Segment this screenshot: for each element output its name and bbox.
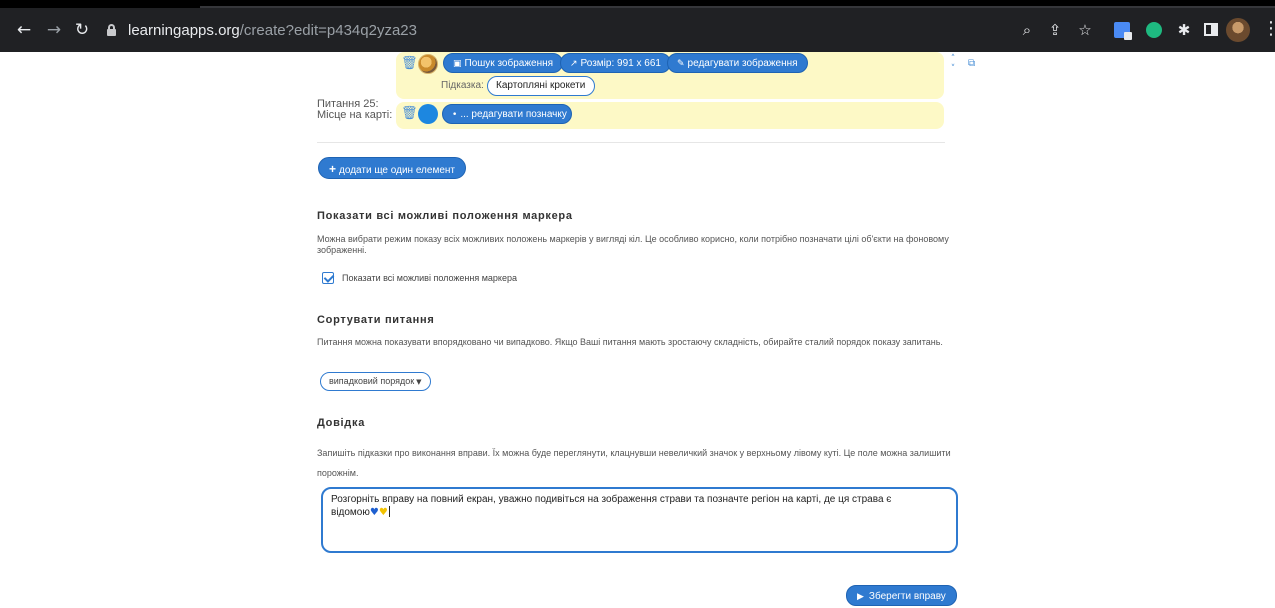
sort-order-select[interactable]: випадковий порядок ▼ [320, 372, 431, 391]
puzzle-extension-icon[interactable]: ✱ [1175, 21, 1193, 39]
sort-order-value: випадковий порядок [329, 376, 415, 386]
tab-strip [0, 0, 1275, 8]
address-bar[interactable]: learningapps.org/create?edit=p434q2yza23 [104, 14, 1104, 46]
forward-arrow-icon[interactable]: → [44, 20, 64, 40]
reload-icon[interactable]: ↻ [72, 20, 92, 40]
copy-icon[interactable]: ⧉ [968, 58, 975, 69]
green-extension-icon[interactable] [1146, 22, 1162, 38]
plus-icon: + [329, 162, 337, 176]
yellow-heart-icon: ♥ [378, 507, 388, 518]
size-label: Розмір: 991 x 661 [580, 58, 661, 69]
share-icon[interactable]: ⇪ [1046, 21, 1064, 39]
resize-icon: ↗ [570, 59, 578, 69]
help-text: Розгорніть вправу на повний екран, уважн… [331, 494, 892, 518]
lock-icon[interactable] [104, 22, 120, 38]
browser-toolbar: ← → ↻ learningapps.org/create?edit=p434q… [0, 0, 1275, 52]
marker-dot-icon[interactable] [418, 104, 438, 124]
more-menu-icon[interactable]: ⋮ [1262, 18, 1275, 39]
edit-image-button[interactable]: ✎ редагувати зображення [667, 53, 808, 73]
help-textarea[interactable]: Розгорніть вправу на повний екран, уважн… [321, 487, 958, 553]
trash-icon[interactable]: 🗑 [401, 57, 418, 71]
help-heading: Довідка [317, 417, 366, 429]
show-markers-checkbox[interactable] [322, 272, 334, 284]
map-place-label: Місце на карті: [317, 109, 393, 121]
tab-strip-line [200, 6, 1275, 8]
back-arrow-icon[interactable]: ← [14, 20, 34, 40]
edit-icon: ✎ [677, 59, 685, 69]
page-content: Питання 25: 🗑 ▣ Пошук зображення ↗ Розмір:… [0, 52, 1275, 606]
pin-icon: • [452, 110, 458, 120]
question-image-thumbnail[interactable] [418, 54, 438, 74]
show-markers-label[interactable]: Показати всі можливі положення маркера [342, 273, 517, 283]
url-path: /create?edit=p434q2yza23 [239, 21, 417, 39]
sort-heading: Сортувати питання [317, 314, 435, 326]
zoom-icon[interactable]: ⌕ [1018, 21, 1036, 39]
star-icon[interactable]: ☆ [1076, 21, 1094, 39]
url-host: learningapps.org [128, 21, 240, 39]
caret-down-icon: ▼ [416, 378, 422, 386]
add-element-button[interactable]: + додати ще один елемент [318, 157, 466, 179]
divider [317, 142, 945, 143]
save-label: Зберегти вправу [868, 591, 946, 602]
markers-heading: Показати всі можливі положення маркера [317, 210, 573, 222]
side-panel-icon[interactable] [1204, 23, 1218, 36]
edit-image-label: редагувати зображення [687, 58, 798, 69]
image-icon: ▣ [453, 59, 462, 69]
blue-heart-icon: ♥ [369, 507, 379, 518]
profile-avatar[interactable] [1226, 18, 1250, 42]
help-description: Запишіть підказки про виконання вправи. … [317, 448, 951, 478]
trash-icon[interactable]: 🗑 [401, 107, 418, 121]
sort-description: Питання можна показувати впорядковано чи… [317, 337, 943, 347]
play-icon: ▶ [857, 592, 864, 602]
edit-marker-button[interactable]: •... редагувати позначку [442, 104, 572, 124]
resize-button[interactable]: ↗ Розмір: 991 x 661 [560, 53, 671, 73]
text-cursor [388, 506, 390, 517]
move-up-down-arrows[interactable]: ˄ ˅ [948, 54, 958, 74]
edit-marker-label: ... редагувати позначку [460, 109, 567, 120]
translate-extension-icon[interactable] [1114, 22, 1132, 40]
hint-input[interactable]: Картопляні крокети [487, 76, 595, 96]
markers-description: Можна вибрати режим показу всіх можливих… [317, 234, 949, 255]
add-element-label: додати ще один елемент [339, 165, 455, 176]
search-image-label: Пошук зображення [464, 58, 554, 69]
save-exercise-button[interactable]: ▶ Зберегти вправу [846, 585, 957, 606]
search-image-button[interactable]: ▣ Пошук зображення [443, 53, 564, 73]
hint-label: Підказка: [441, 80, 484, 91]
